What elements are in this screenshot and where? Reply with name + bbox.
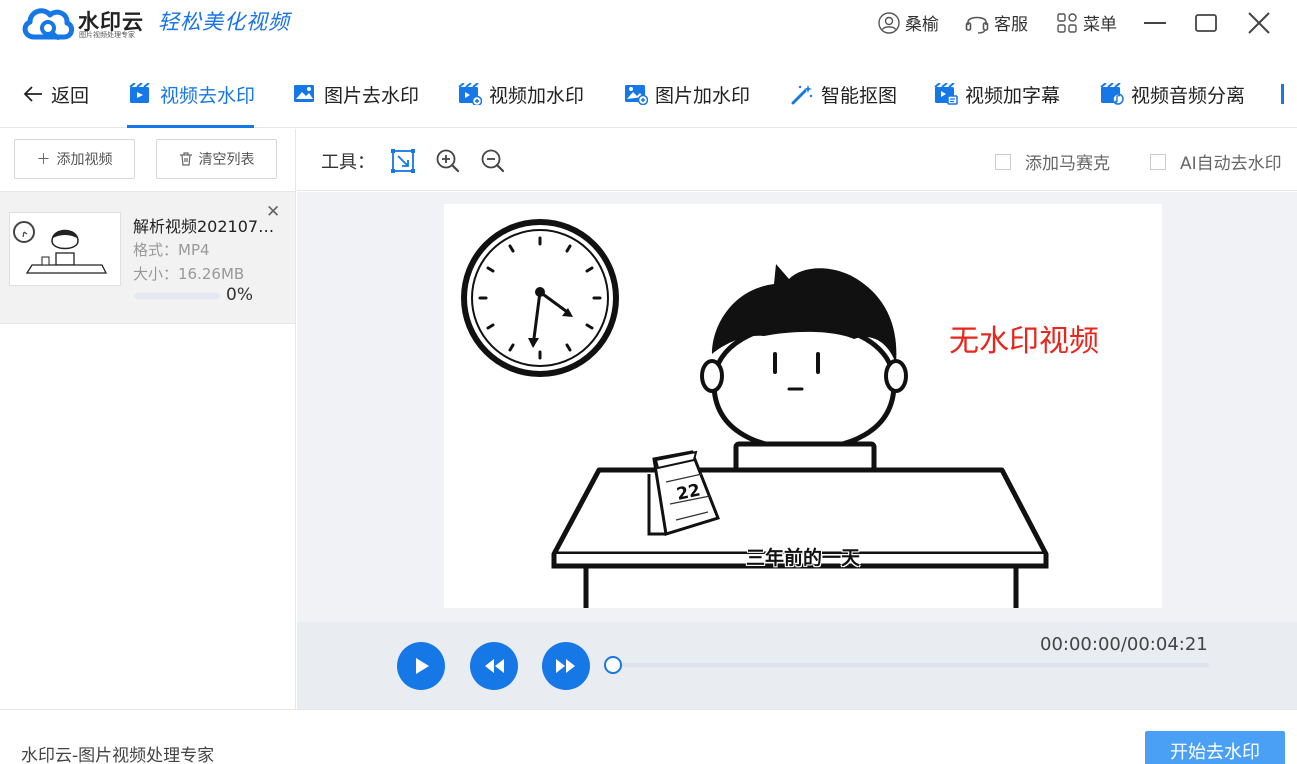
- add-mosaic-checkbox[interactable]: 添加马赛克: [995, 149, 1110, 174]
- seek-bar[interactable]: [615, 663, 1209, 667]
- cloud-logo-icon: [22, 8, 74, 40]
- select-area-icon: [391, 149, 415, 173]
- preview-area: 22 无水印视频 三年前的一天: [297, 192, 1297, 622]
- file-name: 解析视频20210713143125: [133, 217, 281, 236]
- file-size: 大小：16.26MB: [133, 265, 245, 283]
- watermark-free-label: 无水印视频: [949, 324, 1099, 359]
- tools-label: 工具：: [321, 152, 375, 173]
- tab-image-add-watermark[interactable]: 图片加水印: [624, 60, 750, 128]
- file-list-item[interactable]: 解析视频20210713143125 ✕ 格式：MP4 大小：16.26MB 0…: [0, 191, 295, 324]
- rewind-button[interactable]: [470, 642, 518, 690]
- close-window-button[interactable]: [1244, 8, 1274, 38]
- image-add-icon: [625, 85, 648, 105]
- brand-slogan: 轻松美化视频: [158, 10, 290, 34]
- file-progress-text: 0%: [226, 285, 253, 305]
- file-format: 格式：MP4: [133, 241, 210, 259]
- image-erase-icon: [294, 85, 314, 102]
- maximize-icon: [1195, 14, 1217, 32]
- magic-wand-icon: [791, 85, 813, 105]
- ai-auto-remove-label: AI自动去水印: [1180, 154, 1282, 174]
- user-name: 桑榆: [905, 15, 939, 35]
- plus-icon: ＋: [36, 152, 51, 168]
- tab-label: 视频加水印: [489, 84, 585, 107]
- title-bar: 水印云 图片视频处理专家 轻松美化视频 桑榆 客服 菜单: [0, 0, 1297, 46]
- arrow-left-icon: [23, 86, 42, 102]
- brand-subtitle: 图片视频处理专家: [79, 31, 135, 39]
- tab-video-subtitle[interactable]: 视频加字幕: [934, 60, 1060, 128]
- rewind-icon: [485, 659, 504, 673]
- ai-auto-remove-checkbox[interactable]: AI自动去水印: [1150, 149, 1282, 174]
- fast-forward-button[interactable]: [542, 642, 590, 690]
- tab-video-add-watermark[interactable]: 视频加水印: [458, 60, 584, 128]
- add-video-label: 添加视频: [56, 152, 113, 168]
- back-label: 返回: [51, 84, 90, 107]
- customer-service-label: 客服: [994, 15, 1028, 35]
- maximize-button[interactable]: [1191, 8, 1221, 38]
- playback-timecode: 00:00:00/00:04:21: [1040, 634, 1208, 655]
- start-remove-watermark-button[interactable]: 开始去水印: [1145, 731, 1285, 764]
- tab-label: 视频加字幕: [965, 84, 1061, 107]
- player-controls: 00:00:00/00:04:21: [297, 622, 1297, 709]
- grid-icon: [1057, 12, 1077, 33]
- headset-icon: [965, 16, 989, 34]
- tab-label: 视频去水印: [160, 84, 256, 107]
- video-erase-icon: [129, 83, 150, 103]
- video-frame[interactable]: 22 无水印视频 三年前的一天: [444, 204, 1162, 608]
- footer-bar: 水印云-图片视频处理专家 开始去水印: [0, 709, 1297, 764]
- minimize-icon: [1144, 22, 1166, 24]
- close-icon: [1248, 12, 1270, 34]
- audio-separate-icon: [1100, 83, 1124, 105]
- user-icon: [878, 11, 900, 34]
- remove-file-button[interactable]: ✕: [266, 202, 280, 222]
- tab-label: 图片去水印: [324, 84, 420, 107]
- tab-label: 视频音频分离: [1131, 84, 1246, 107]
- play-icon: [416, 658, 429, 674]
- clear-list-label: 清空列表: [198, 152, 255, 168]
- tab-audio-separation[interactable]: 视频音频分离: [1100, 60, 1245, 128]
- checkbox-box[interactable]: [995, 153, 1011, 170]
- tab-video-remove-watermark[interactable]: 视频去水印: [129, 60, 255, 128]
- zoom-in-button[interactable]: [435, 148, 461, 174]
- minimize-button[interactable]: [1140, 8, 1170, 38]
- file-progress-bar: [134, 293, 220, 299]
- video-subtitle-text: 三年前的一天: [746, 547, 861, 569]
- video-subtitle-icon: [934, 83, 958, 105]
- feature-nav: 返回 视频去水印 图片去水印 视频加水印 图片加水印 智能抠图 视频加字幕 视频…: [0, 60, 1297, 128]
- clear-list-button[interactable]: 清空列表: [156, 139, 277, 179]
- video-add-icon: [458, 83, 482, 105]
- active-tab-underline: [127, 125, 254, 128]
- add-video-button[interactable]: ＋ 添加视频: [14, 139, 135, 179]
- menu-button[interactable]: 菜单: [1055, 10, 1117, 35]
- back-button[interactable]: 返回: [22, 60, 89, 128]
- select-area-button[interactable]: [390, 148, 416, 174]
- edit-toolbar: 工具： 添加马赛克 AI自动去水印: [297, 129, 1297, 191]
- file-list-panel: ＋ 添加视频 清空列表 解析视频2021071314312: [0, 129, 296, 709]
- add-mosaic-label: 添加马赛克: [1025, 154, 1110, 174]
- video-thumbnail: [9, 212, 121, 286]
- tab-smart-cutout[interactable]: 智能抠图: [790, 60, 897, 128]
- tab-label: 图片加水印: [655, 84, 751, 107]
- zoom-out-button[interactable]: [480, 148, 506, 174]
- app-window: 水印云 图片视频处理专家 轻松美化视频 桑榆 客服 菜单 返回 视频去水印 图片…: [0, 0, 1297, 764]
- zoom-out-icon: [481, 149, 505, 173]
- customer-service-button[interactable]: 客服: [964, 10, 1028, 35]
- seek-handle[interactable]: [604, 656, 622, 674]
- play-button[interactable]: [397, 642, 445, 690]
- checkbox-box[interactable]: [1150, 153, 1166, 170]
- tab-label: 智能抠图: [821, 84, 898, 107]
- fast-forward-icon: [556, 659, 575, 673]
- zoom-in-icon: [436, 149, 460, 173]
- menu-label: 菜单: [1083, 15, 1117, 35]
- footer-brand-text: 水印云-图片视频处理专家: [21, 746, 215, 764]
- trash-icon: [179, 152, 192, 166]
- user-account[interactable]: 桑榆: [877, 10, 939, 35]
- tab-image-remove-watermark[interactable]: 图片去水印: [293, 60, 419, 128]
- more-tabs-indicator[interactable]: [1281, 84, 1284, 104]
